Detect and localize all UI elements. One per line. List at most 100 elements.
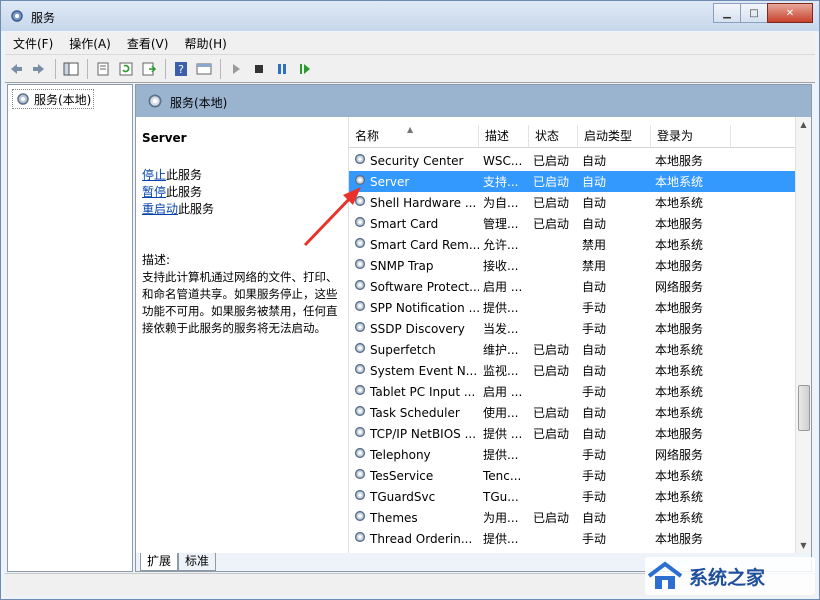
service-name-cell: TCP/IP NetBIOS ... [349, 425, 479, 442]
service-description: 启用 ... [483, 385, 523, 399]
menu-action[interactable]: 操作(A) [61, 35, 119, 52]
table-row[interactable]: Smart Card Rem... 允许... 禁用 本地系统 [349, 234, 796, 255]
service-log-on-as: 网络服务 [655, 448, 704, 462]
service-name-cell: Software Protect... [349, 278, 479, 295]
scroll-up-icon[interactable]: ▲ [796, 117, 811, 132]
service-name: TesService [370, 468, 434, 483]
table-row[interactable]: TCP/IP NetBIOS ... 提供 ... 已启动 自动 本地服务 [349, 423, 796, 444]
services-list: ▲ 名称 描述 状态 启动类型 登录为 Security Center WSC...… [348, 117, 796, 553]
refresh-icon[interactable] [115, 58, 137, 80]
service-startup-type: 手动 [582, 301, 607, 315]
column-header-name[interactable]: ▲ 名称 [349, 125, 479, 147]
vertical-scrollbar[interactable]: ▲ ▼ [795, 117, 811, 553]
watermark-text: 系统之家 [689, 566, 766, 589]
description-label: 描述: [142, 253, 171, 267]
minimize-button[interactable]: ▁ [713, 3, 741, 23]
view-icon[interactable] [193, 58, 215, 80]
services-gear-icon [17, 93, 29, 105]
pane-title: 服务(本地) [170, 96, 228, 110]
maximize-button[interactable]: □ [740, 3, 768, 23]
table-row[interactable]: Thread Orderin... 提供... 手动 本地服务 [349, 528, 796, 549]
close-button[interactable]: ✕ [767, 3, 813, 23]
menu-file[interactable]: 文件(F) [5, 35, 61, 52]
service-log-on-as: 本地服务 [655, 259, 704, 273]
table-row[interactable]: Shell Hardware ... 为自... 已启动 自动 本地系统 [349, 192, 796, 213]
pause-service-link[interactable]: 暂停 [142, 185, 166, 199]
service-log-on-as: 本地系统 [655, 511, 704, 525]
table-row[interactable]: Telephony 提供... 手动 网络服务 [349, 444, 796, 465]
service-name-cell: SNMP Trap [349, 257, 479, 274]
service-rows: Security Center WSC... 已启动 自动 本地服务 Server 支持..… [349, 150, 796, 549]
column-header-startup-type[interactable]: 启动类型 [578, 125, 651, 147]
service-name: TCP/IP NetBIOS ... [370, 426, 477, 441]
service-gear-icon [353, 257, 367, 274]
service-gear-icon [353, 530, 367, 547]
forward-icon[interactable] [28, 58, 50, 80]
show-hide-console-tree-icon[interactable] [60, 58, 82, 80]
service-log-on-as: 本地系统 [655, 364, 704, 378]
stop-service-link[interactable]: 停止 [142, 168, 166, 182]
table-row[interactable]: SSDP Discovery 当发... 手动 本地服务 [349, 318, 796, 339]
service-startup-type: 自动 [582, 343, 607, 357]
menu-bar: 文件(F) 操作(A) 查看(V) 帮助(H) [5, 32, 815, 54]
scroll-down-icon[interactable]: ▼ [796, 538, 811, 553]
title-bar[interactable]: 服务 ▁ □ ✕ [1, 1, 819, 31]
service-gear-icon [353, 362, 367, 379]
service-startup-type: 手动 [582, 322, 607, 336]
column-header-description[interactable]: 描述 [479, 125, 529, 147]
tree-item-services-local[interactable]: 服务(本地) [12, 89, 95, 109]
service-startup-type: 自动 [582, 427, 607, 441]
properties-icon[interactable] [92, 58, 114, 80]
action-suffix: 此服务 [178, 202, 215, 216]
service-log-on-as: 本地服务 [655, 427, 704, 441]
table-row[interactable]: TesService Tenc... 手动 本地系统 [349, 465, 796, 486]
service-status: 已启动 [533, 406, 570, 420]
toolbar: ? [5, 54, 815, 83]
service-gear-icon [353, 278, 367, 295]
service-startup-type: 自动 [582, 217, 607, 231]
column-header-status[interactable]: 状态 [529, 125, 578, 147]
table-row[interactable]: SPP Notification ... 提供... 手动 本地服务 [349, 297, 796, 318]
table-row[interactable]: TGuardSvc TGu... 手动 本地系统 [349, 486, 796, 507]
pause-service-icon[interactable] [271, 58, 293, 80]
service-description: 提供... [483, 532, 519, 546]
service-name: Telephony [370, 447, 431, 462]
service-status: 已启动 [533, 364, 570, 378]
table-row[interactable]: Superfetch 维护... 已启动 自动 本地系统 [349, 339, 796, 360]
service-description: 接收... [483, 259, 519, 273]
service-gear-icon [353, 152, 367, 169]
menu-help[interactable]: 帮助(H) [176, 35, 234, 52]
export-list-icon[interactable] [138, 58, 160, 80]
stop-service-icon[interactable] [248, 58, 270, 80]
service-startup-type: 自动 [582, 175, 607, 189]
service-description: TGu... [483, 489, 519, 504]
tab-standard[interactable]: 标准 [178, 553, 217, 571]
table-row[interactable]: System Event N... 监视... 已启动 自动 本地系统 [349, 360, 796, 381]
pane-header: 服务(本地) [136, 85, 811, 117]
restart-service-link[interactable]: 重启动 [142, 202, 178, 216]
red-annotation-arrow-icon [303, 187, 361, 247]
scrollbar-thumb[interactable] [798, 385, 810, 431]
table-row[interactable]: Task Scheduler 使用... 已启动 自动 本地系统 [349, 402, 796, 423]
service-gear-icon [353, 467, 367, 484]
restart-service-icon[interactable] [294, 58, 316, 80]
service-name-cell: Telephony [349, 446, 479, 463]
menu-view[interactable]: 查看(V) [119, 35, 177, 52]
table-row[interactable]: Server 支持... 已启动 自动 本地系统 [349, 171, 796, 192]
table-row[interactable]: Smart Card 管理... 已启动 自动 本地服务 [349, 213, 796, 234]
table-row[interactable]: Tablet PC Input ... 启用 ... 手动 本地系统 [349, 381, 796, 402]
back-icon[interactable] [5, 58, 27, 80]
table-row[interactable]: Security Center WSC... 已启动 自动 本地服务 [349, 150, 796, 171]
table-row[interactable]: Software Protect... 启用 ... 自动 网络服务 [349, 276, 796, 297]
column-header-log-on-as[interactable]: 登录为 [651, 125, 731, 147]
service-status: 已启动 [533, 196, 570, 210]
help-icon[interactable]: ? [170, 58, 192, 80]
tab-extended[interactable]: 扩展 [140, 553, 179, 571]
service-startup-type: 自动 [582, 406, 607, 420]
table-row[interactable]: SNMP Trap 接收... 禁用 本地服务 [349, 255, 796, 276]
start-service-icon[interactable] [225, 58, 247, 80]
service-status: 已启动 [533, 217, 570, 231]
column-headers: ▲ 名称 描述 状态 启动类型 登录为 [349, 125, 796, 148]
service-log-on-as: 本地系统 [655, 343, 704, 357]
table-row[interactable]: Themes 为用... 已启动 自动 本地系统 [349, 507, 796, 528]
